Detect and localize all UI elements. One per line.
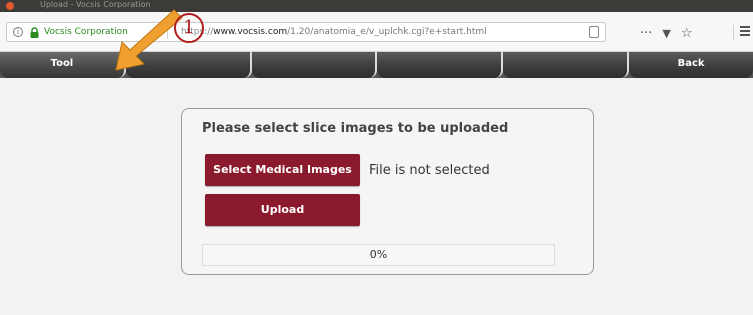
nav-tool-button[interactable]: Tool [0,52,126,78]
step-number-badge: 1 [174,13,204,43]
progress-text: 0% [369,248,388,261]
reader-view-icon[interactable] [589,26,599,38]
bookmark-star-icon[interactable]: ☆ [681,26,693,41]
lock-icon [30,27,39,38]
file-status-text: File is not selected [369,163,490,178]
upload-progress-bar: 0% [202,244,555,266]
select-medical-images-button[interactable]: Select Medical Images [205,154,360,186]
nav-back-button[interactable]: Back [629,52,753,78]
url-host: www.vocsis.com [213,27,288,37]
browser-window: Upload - Vocsis Corporation i Vocsis Cor… [0,0,753,315]
more-actions-icon[interactable]: ··· [640,26,652,41]
orange-arrow-icon [115,9,183,71]
info-icon[interactable]: i [13,27,23,37]
toolbar-actions: ··· ▼ ☆ [640,24,693,42]
url-path: /1.20/anatomia_e/v_uplchk.cgi?e+start.ht… [287,27,487,37]
pocket-icon[interactable]: ▼ [662,27,670,40]
address-bar[interactable]: i Vocsis Corporation https://www.vocsis.… [6,22,606,42]
hamburger-menu-icon[interactable] [740,26,750,36]
panel-title: Please select slice images to be uploade… [202,121,509,136]
window-close-icon[interactable] [6,2,14,10]
upload-panel: Please select slice images to be uploade… [181,108,594,275]
nav-button-3[interactable] [251,52,378,78]
nav-button-4[interactable] [377,52,504,78]
nav-button-5[interactable] [503,52,630,78]
toolbar-separator [733,25,734,40]
url-text[interactable]: https://www.vocsis.com/1.20/anatomia_e/v… [181,27,487,37]
upload-button[interactable]: Upload [205,194,360,226]
